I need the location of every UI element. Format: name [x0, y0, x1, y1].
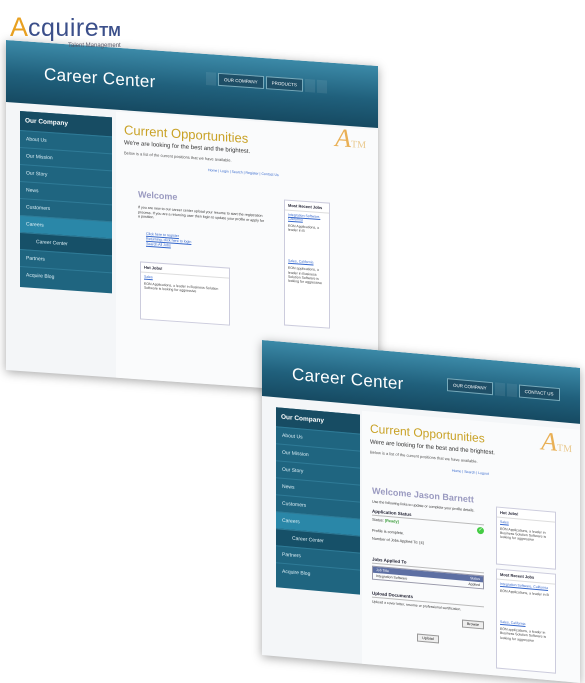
atm-logo: ATM [541, 426, 572, 459]
atm-letter: A [335, 123, 351, 154]
top-nav: OUR COMPANY PRODUCTS [206, 71, 327, 94]
welcome-links: Click here to register Returning, click … [146, 232, 191, 250]
nav-tab-blank[interactable] [316, 79, 327, 94]
cell-job-title: Integration Software [376, 573, 408, 581]
sidebar: Our Company About Us Our Mission Our Sto… [20, 110, 112, 294]
top-nav: OUR COMPANY CONTACT US [447, 378, 560, 402]
logo-subtitle: Talent Management [68, 43, 121, 49]
nav-tab-contact-us[interactable]: CONTACT US [518, 384, 560, 402]
application-status: Application Status Status: [Ready] ✓ Prof… [372, 507, 484, 553]
nav-tab-our-company[interactable]: OUR COMPANY [218, 72, 264, 90]
logo-tm: TM [99, 23, 121, 40]
recent-jobs-box: Most Recent Jobs Integration Software, C… [284, 199, 330, 329]
screenshot-guest: Career Center OUR COMPANY PRODUCTS Curre… [6, 40, 378, 397]
nav-tab-blank[interactable] [206, 71, 216, 86]
nav-tab-products[interactable]: PRODUCTS [265, 76, 303, 92]
banner-title: Career Center [292, 364, 404, 394]
atm-tm: TM [557, 442, 572, 456]
nav-tab-blank[interactable] [494, 382, 505, 397]
logo-word: cquire [28, 14, 100, 42]
check-icon: ✓ [477, 526, 484, 535]
cell-status: Applied [468, 582, 480, 588]
breadcrumb[interactable]: Home | Search | Logout [452, 469, 489, 476]
welcome-text: If you are new to our career center uplo… [138, 205, 265, 223]
hot-jobs-box: Hot Jobs! Sales EON Applications, a lead… [496, 506, 556, 570]
atm-tm: TM [351, 139, 366, 152]
atm-logo: ATM [335, 123, 366, 155]
recent-job-text: EON Applications, a leader in B [288, 223, 320, 234]
screenshot-logged-in: Career Center OUR COMPANY CONTACT US Cur… [262, 340, 580, 683]
jobs-applied-count: Number of Jobs Applied To: [4] [372, 536, 424, 546]
nav-tab-blank[interactable] [506, 383, 517, 398]
recent-jobs-box: Most Recent Jobs Integration Software, C… [496, 568, 556, 674]
upload-button[interactable]: Upload [417, 633, 439, 644]
nav-tab-our-company[interactable]: OUR COMPANY [447, 378, 493, 396]
hot-jobs-box: Hot Jobs! Sales EON Applications, a lead… [140, 261, 230, 326]
logo-a: A [10, 12, 29, 42]
acquire-logo: AcquireTM Talent Management [10, 12, 121, 49]
col-status: Status [470, 576, 480, 582]
status-value: [Ready] [384, 518, 399, 524]
atm-letter: A [541, 426, 557, 457]
recent-job-text: EON applications, a leader in Business S… [288, 266, 323, 286]
banner-title: Career Center [44, 64, 156, 92]
browse-button[interactable]: Browse [462, 619, 484, 630]
jobs-applied: Jobs Applied To Job Title Status Integrat… [372, 555, 484, 590]
upload-documents: Upload Documents Upload a cover letter, … [372, 589, 484, 650]
breadcrumb[interactable]: Home | Login | Search | Register | Conta… [208, 168, 279, 177]
sidebar: Our Company About Us Our Mission Our Sto… [276, 407, 360, 595]
nav-tab-blank[interactable] [304, 78, 315, 93]
status-label: Status: [372, 517, 384, 523]
welcome-heading: Welcome [138, 189, 178, 202]
